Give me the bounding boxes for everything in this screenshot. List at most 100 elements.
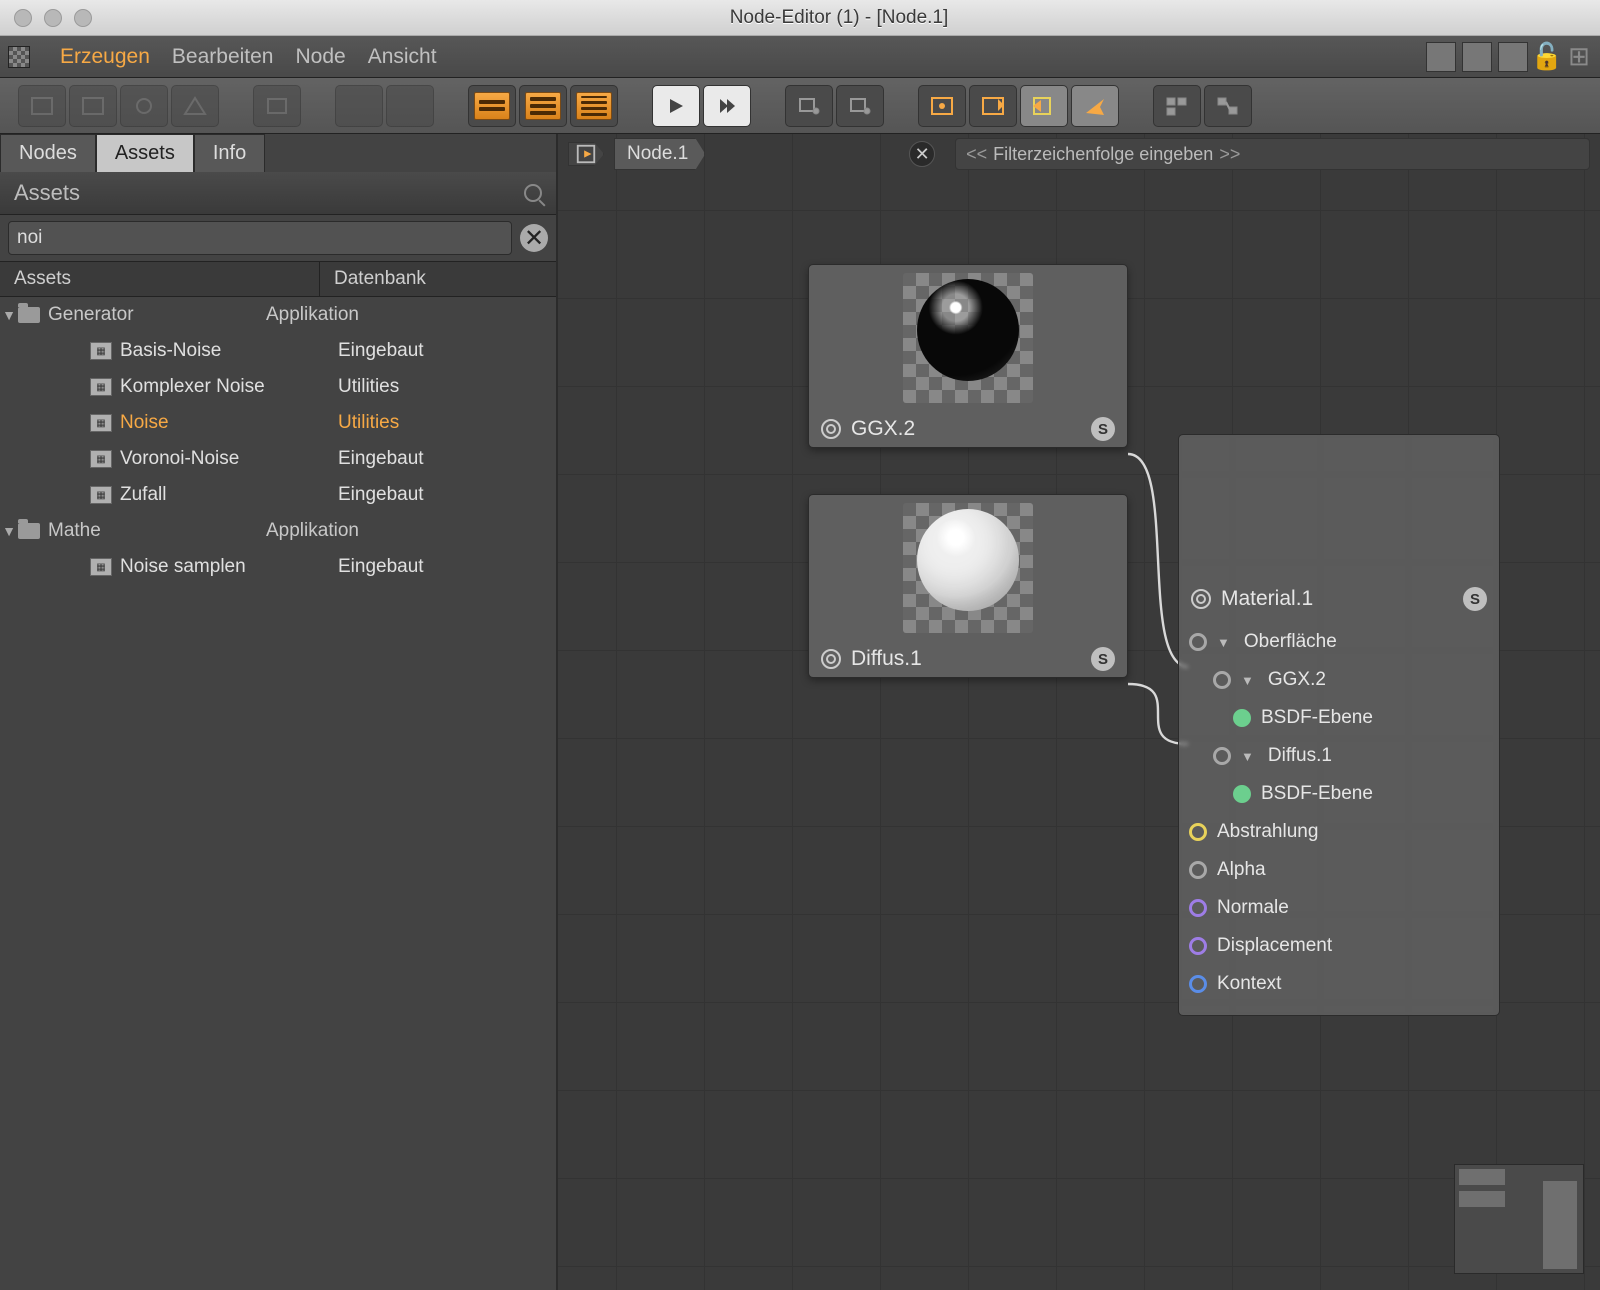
tool-group-b2[interactable] [386,85,434,127]
port-ggx[interactable]: ▼GGX.2 [1185,661,1493,699]
tool-1[interactable] [18,85,66,127]
menu-bearbeiten[interactable]: Bearbeiten [172,45,274,69]
titlebar: Node-Editor (1) - [Node.1] [0,0,1600,36]
port-kontext[interactable]: Kontext [1185,965,1493,1003]
sphere-preview-icon [917,279,1019,381]
node-diffus[interactable]: Diffus.1 S [808,494,1128,678]
tree-folder[interactable]: ▼ Generator Applikation [0,297,556,333]
add-layout-icon[interactable]: ⊞ [1566,43,1592,71]
node-material[interactable]: Material.1 S ▼Oberfläche ▼GGX.2 BSDF-Ebe… [1178,434,1500,1016]
layout-toggle-3[interactable] [1498,42,1528,72]
close-window-icon[interactable] [14,9,32,27]
list-mode-2[interactable] [519,85,567,127]
col-assets[interactable]: Assets [0,262,320,296]
node-solo-badge[interactable]: S [1463,587,1487,611]
node-preview [1179,435,1499,581]
play-next-button[interactable] [703,85,751,127]
window-title: Node-Editor (1) - [Node.1] [92,7,1586,29]
play-button[interactable] [652,85,700,127]
panel-header: Assets [0,172,556,215]
col-database[interactable]: Datenbank [320,262,556,296]
node-icon: ▦ [90,414,112,432]
node-icon: ▦ [90,342,112,360]
link-tool-2[interactable] [836,85,884,127]
asset-search-input[interactable] [8,221,512,255]
tree-item[interactable]: ▦ Basis-Noise Eingebaut [0,333,556,369]
tab-info[interactable]: Info [194,134,265,172]
tree-item[interactable]: ▦ Komplexer Noise Utilities [0,369,556,405]
sphere-preview-icon [917,509,1019,611]
node-label: GGX.2 [851,417,915,441]
port-bsdf2[interactable]: BSDF-Ebene [1185,775,1493,813]
asset-tree: ▼ Generator Applikation ▦ Basis-Noise Ei… [0,297,556,1290]
tree-item[interactable]: ▦ Voronoi-Noise Eingebaut [0,441,556,477]
menu-bar: Erzeugen Bearbeiten Node Ansicht 🔓 ⊞ [0,36,1600,78]
node-ggx[interactable]: GGX.2 S [808,264,1128,448]
menu-ansicht[interactable]: Ansicht [368,45,437,69]
menu-node[interactable]: Node [295,45,345,69]
list-mode-3[interactable] [570,85,618,127]
node-label: Diffus.1 [851,647,922,671]
tree-folder[interactable]: ▼ Mathe Applikation [0,513,556,549]
node-icon: ▦ [90,486,112,504]
folder-icon [18,523,40,539]
port-normale[interactable]: Normale [1185,889,1493,927]
window-controls [14,9,92,27]
port-diffus[interactable]: ▼Diffus.1 [1185,737,1493,775]
minimap[interactable] [1454,1164,1584,1274]
port-oberflache[interactable]: ▼Oberfläche [1185,623,1493,661]
node-canvas[interactable]: Node.1 ✕ Filterzeichenfolge eingeben GGX… [558,134,1600,1290]
node-icon: ▦ [90,450,112,468]
tool-3[interactable] [120,85,168,127]
asset-search-row: ✕ [0,215,556,261]
tool-4[interactable] [171,85,219,127]
zoom-window-icon[interactable] [74,9,92,27]
list-mode-1[interactable] [468,85,516,127]
port-bsdf[interactable]: BSDF-Ebene [1185,699,1493,737]
breadcrumb-root[interactable] [568,142,604,166]
menu-erzeugen[interactable]: Erzeugen [60,45,150,69]
search-icon[interactable] [524,184,542,202]
tool-group-a[interactable] [253,85,301,127]
node-type-icon [821,419,841,439]
tab-assets[interactable]: Assets [96,134,194,172]
node-type-icon [1191,589,1211,609]
port-abstrahlung[interactable]: Abstrahlung [1185,813,1493,851]
lock-icon[interactable]: 🔓 [1534,43,1560,71]
panel-title-label: Assets [14,180,80,206]
node-icon: ▦ [90,378,112,396]
layout-toggle-2[interactable] [1462,42,1492,72]
tree-item-selected[interactable]: ▦ Noise Utilities [0,405,556,441]
layout-toggle-1[interactable] [1426,42,1456,72]
frame-tool-4[interactable] [1071,85,1119,127]
filter-input[interactable]: Filterzeichenfolge eingeben [955,138,1590,170]
node-solo-badge[interactable]: S [1091,647,1115,671]
port-displacement[interactable]: Displacement [1185,927,1493,965]
link-tool-1[interactable] [785,85,833,127]
breadcrumb-node[interactable]: Node.1 [614,138,705,170]
close-icon[interactable]: ✕ [909,141,935,167]
tree-item[interactable]: ▦ Noise samplen Eingebaut [0,549,556,585]
material-ports: ▼Oberfläche ▼GGX.2 BSDF-Ebene ▼Diffus.1 … [1179,617,1499,1015]
frame-tool-2[interactable] [969,85,1017,127]
frame-tool-3[interactable] [1020,85,1068,127]
tool-2[interactable] [69,85,117,127]
minimize-window-icon[interactable] [44,9,62,27]
frame-tool-1[interactable] [918,85,966,127]
app-icon [8,46,30,68]
tab-nodes[interactable]: Nodes [0,134,96,172]
folder-icon [18,307,40,323]
node-editor-toolbar [0,78,1600,134]
canvas-bar: Node.1 ✕ Filterzeichenfolge eingeben [558,134,1600,174]
node-icon: ▦ [90,558,112,576]
node-solo-badge[interactable]: S [1091,417,1115,441]
tool-group-b1[interactable] [335,85,383,127]
tree-item[interactable]: ▦ Zufall Eingebaut [0,477,556,513]
align-tool-1[interactable] [1153,85,1201,127]
clear-search-icon[interactable]: ✕ [520,224,548,252]
port-alpha[interactable]: Alpha [1185,851,1493,889]
node-label: Material.1 [1221,587,1313,611]
node-preview [809,495,1127,641]
asset-list-header: Assets Datenbank [0,261,556,297]
align-tool-2[interactable] [1204,85,1252,127]
